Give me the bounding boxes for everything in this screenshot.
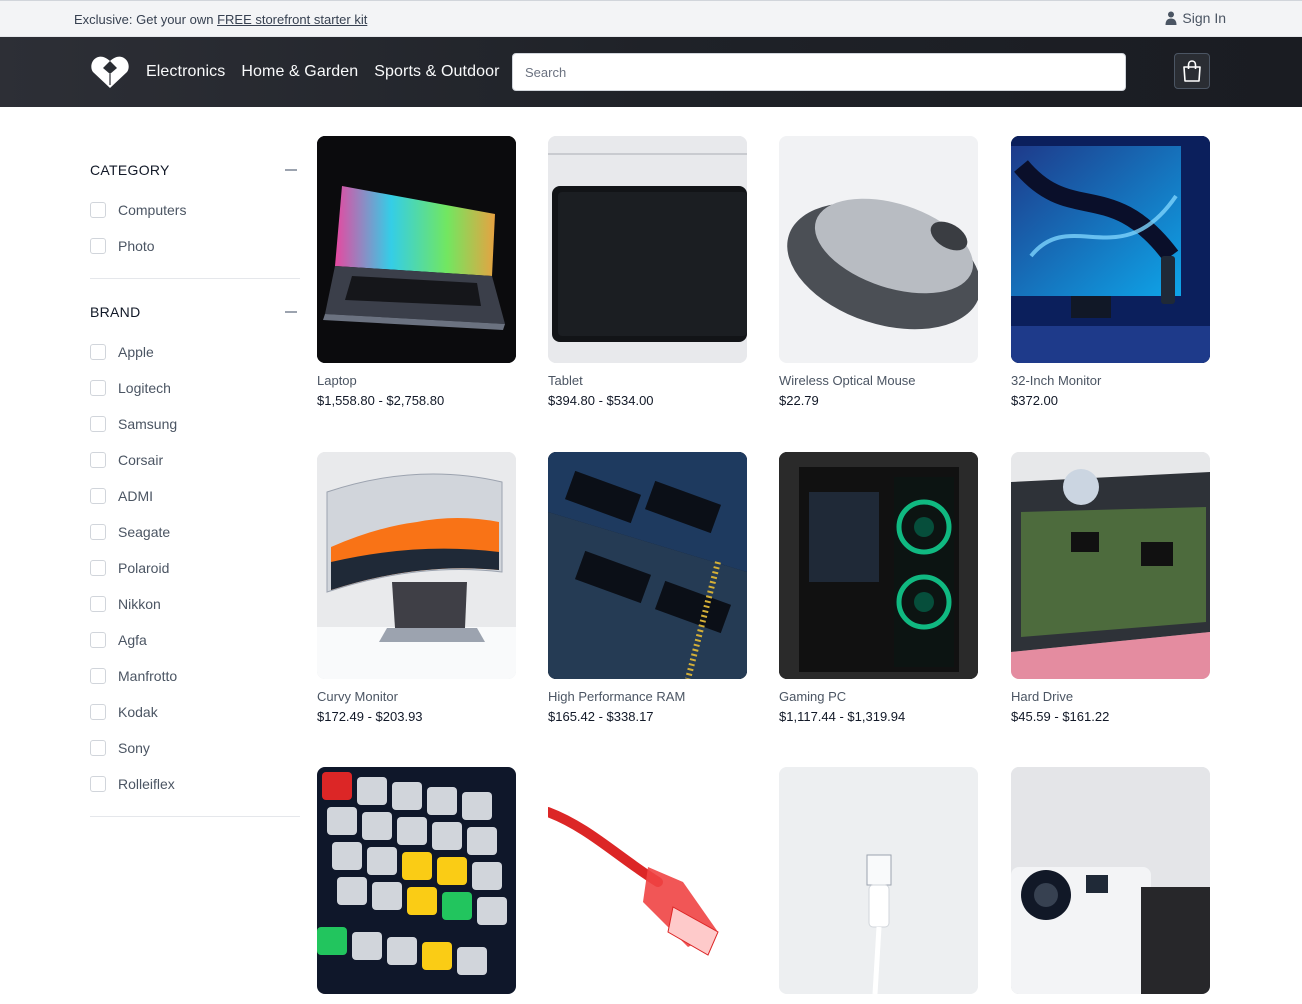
product-image-usb-cable[interactable] bbox=[779, 767, 978, 994]
checkbox[interactable] bbox=[90, 596, 106, 612]
product-card-laptop[interactable]: Laptop $1,558.80 - $2,758.80 bbox=[317, 136, 516, 408]
product-name[interactable]: Curvy Monitor bbox=[317, 689, 516, 704]
brand-filter: BRAND Apple Logitech Samsung Corsair ADM… bbox=[90, 297, 300, 817]
brand-option-admi[interactable]: ADMI bbox=[90, 478, 300, 514]
product-image-gaming-pc[interactable] bbox=[779, 452, 978, 679]
checkbox[interactable] bbox=[90, 238, 106, 254]
product-image-mouse[interactable] bbox=[779, 136, 978, 363]
product-card-usb-cable[interactable] bbox=[779, 767, 978, 1004]
product-card-32-inch-monitor[interactable]: 32-Inch Monitor $372.00 bbox=[1011, 136, 1210, 408]
main-nav: Electronics Home & Garden Sports & Outdo… bbox=[146, 63, 500, 81]
checkbox[interactable] bbox=[90, 776, 106, 792]
category-option-computers[interactable]: Computers bbox=[90, 192, 300, 228]
product-image-monitor[interactable] bbox=[1011, 136, 1210, 363]
product-price: $1,117.44 - $1,319.94 bbox=[779, 709, 906, 724]
product-card-hard-drive[interactable]: Hard Drive $45.59 - $161.22 bbox=[1011, 452, 1210, 724]
checkbox[interactable] bbox=[90, 488, 106, 504]
collapse-icon[interactable] bbox=[285, 311, 297, 313]
search-input[interactable] bbox=[512, 53, 1126, 91]
cart-button[interactable] bbox=[1174, 53, 1210, 89]
brand-option-kodak[interactable]: Kodak bbox=[90, 694, 300, 730]
product-image-ethernet-cable[interactable] bbox=[548, 767, 747, 994]
product-price: $372.00 bbox=[1011, 393, 1058, 408]
brand-option-agfa[interactable]: Agfa bbox=[90, 622, 300, 658]
product-name[interactable]: 32-Inch Monitor bbox=[1011, 373, 1210, 388]
product-card-high-performance-ram[interactable]: High Performance RAM $165.42 - $338.17 bbox=[548, 452, 747, 724]
nav-sports-outdoor[interactable]: Sports & Outdoor bbox=[374, 63, 499, 81]
checkbox[interactable] bbox=[90, 560, 106, 576]
product-name[interactable]: Tablet bbox=[548, 373, 747, 388]
product-card-gaming-pc[interactable]: Gaming PC $1,117.44 - $1,319.94 bbox=[779, 452, 978, 724]
brand-title: BRAND bbox=[90, 304, 141, 320]
product-card-ethernet-cable[interactable] bbox=[548, 767, 747, 1004]
checkbox[interactable] bbox=[90, 740, 106, 756]
brand-option-apple[interactable]: Apple bbox=[90, 334, 300, 370]
promo-bar: Exclusive: Get your own FREE storefront … bbox=[0, 0, 1302, 37]
brand-option-rolleiflex[interactable]: Rolleiflex bbox=[90, 766, 300, 802]
product-price: $45.59 - $161.22 bbox=[1011, 709, 1110, 724]
checkbox[interactable] bbox=[90, 632, 106, 648]
product-price: $22.79 bbox=[779, 393, 819, 408]
checkbox[interactable] bbox=[90, 416, 106, 432]
promo-prefix: Exclusive: Get your own bbox=[74, 12, 218, 27]
brand-option-samsung[interactable]: Samsung bbox=[90, 406, 300, 442]
category-option-photo[interactable]: Photo bbox=[90, 228, 300, 264]
product-price: $1,558.80 - $2,758.80 bbox=[317, 393, 445, 408]
brand-option-manfrotto[interactable]: Manfrotto bbox=[90, 658, 300, 694]
product-card-curvy-monitor[interactable]: Curvy Monitor $172.49 - $203.93 bbox=[317, 452, 516, 724]
checkbox[interactable] bbox=[90, 704, 106, 720]
product-card-wireless-optical-mouse[interactable]: Wireless Optical Mouse $22.79 bbox=[779, 136, 978, 408]
product-price: $172.49 - $203.93 bbox=[317, 709, 423, 724]
promo-text: Exclusive: Get your own FREE storefront … bbox=[74, 12, 367, 27]
checkbox[interactable] bbox=[90, 452, 106, 468]
user-icon bbox=[1165, 11, 1177, 25]
checkbox[interactable] bbox=[90, 202, 106, 218]
checkbox[interactable] bbox=[90, 668, 106, 684]
sign-in-link[interactable]: Sign In bbox=[1165, 10, 1226, 26]
category-options: Computers Photo bbox=[90, 185, 300, 278]
product-card-instant-camera[interactable] bbox=[1011, 767, 1210, 1004]
brand-option-logitech[interactable]: Logitech bbox=[90, 370, 300, 406]
product-image-instant-camera[interactable] bbox=[1011, 767, 1210, 994]
category-filter: CATEGORY Computers Photo bbox=[90, 155, 300, 279]
brand-option-corsair[interactable]: Corsair bbox=[90, 442, 300, 478]
product-card-tablet[interactable]: Tablet $394.80 - $534.00 bbox=[548, 136, 747, 408]
shopping-bag-icon bbox=[1183, 60, 1201, 82]
product-image-hard-drive[interactable] bbox=[1011, 452, 1210, 679]
brand-filter-header[interactable]: BRAND bbox=[90, 297, 300, 327]
category-title: CATEGORY bbox=[90, 162, 170, 178]
product-image-tablet[interactable] bbox=[548, 136, 747, 363]
brand-option-polaroid[interactable]: Polaroid bbox=[90, 550, 300, 586]
brand-option-sony[interactable]: Sony bbox=[90, 730, 300, 766]
brand-option-seagate[interactable]: Seagate bbox=[90, 514, 300, 550]
product-price: $394.80 - $534.00 bbox=[548, 393, 654, 408]
brand-options: Apple Logitech Samsung Corsair ADMI Seag… bbox=[90, 327, 300, 816]
collapse-icon[interactable] bbox=[285, 169, 297, 171]
category-filter-header[interactable]: CATEGORY bbox=[90, 155, 300, 185]
product-price: $165.42 - $338.17 bbox=[548, 709, 654, 724]
product-image-laptop[interactable] bbox=[317, 136, 516, 363]
brand-option-nikkon[interactable]: Nikkon bbox=[90, 586, 300, 622]
nav-electronics[interactable]: Electronics bbox=[146, 63, 225, 81]
sign-in-label: Sign In bbox=[1182, 10, 1226, 26]
product-card-keyboard[interactable] bbox=[317, 767, 516, 1004]
checkbox[interactable] bbox=[90, 344, 106, 360]
product-name[interactable]: Hard Drive bbox=[1011, 689, 1210, 704]
product-image-curvy-monitor[interactable] bbox=[317, 452, 516, 679]
checkbox[interactable] bbox=[90, 380, 106, 396]
checkbox[interactable] bbox=[90, 524, 106, 540]
product-name[interactable]: Gaming PC bbox=[779, 689, 978, 704]
product-name[interactable]: Wireless Optical Mouse bbox=[779, 373, 978, 388]
filter-sidebar: CATEGORY Computers Photo BRAND Apple Log… bbox=[90, 136, 300, 817]
main-header: Electronics Home & Garden Sports & Outdo… bbox=[0, 37, 1302, 107]
product-name[interactable]: Laptop bbox=[317, 373, 516, 388]
product-image-keyboard[interactable] bbox=[317, 767, 516, 994]
nav-home-garden[interactable]: Home & Garden bbox=[241, 63, 358, 81]
store-logo-icon[interactable] bbox=[91, 55, 129, 89]
product-name[interactable]: High Performance RAM bbox=[548, 689, 747, 704]
promo-link[interactable]: FREE storefront starter kit bbox=[217, 12, 367, 27]
product-image-ram[interactable] bbox=[548, 452, 747, 679]
